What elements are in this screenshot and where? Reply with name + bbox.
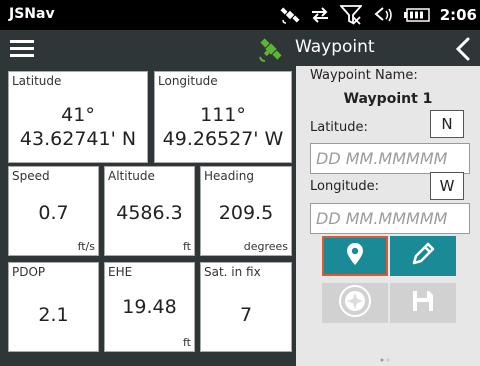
latitude-degrees: 41°: [61, 104, 95, 126]
sync-arrows-icon: [310, 6, 330, 24]
latitude-tile: Latitude 41° 43.62741' N: [8, 71, 148, 163]
ehe-label: EHE: [108, 265, 133, 279]
speed-value: 0.7: [38, 202, 69, 224]
sat-in-fix-value: 7: [239, 304, 253, 326]
toolbar: Waypoint: [0, 30, 480, 66]
longitude-tile: Longitude 111° 49.26527' W: [154, 71, 292, 163]
speed-tile: Speed 0.7 ft/s: [8, 166, 99, 256]
heading-label: Heading: [204, 169, 254, 183]
battery-icon: [403, 8, 430, 22]
chevron-left-icon[interactable]: [452, 35, 474, 63]
ehe-value: 19.48: [122, 296, 177, 318]
edit-waypoint-button[interactable]: [390, 236, 456, 276]
no-signal-icon: [339, 5, 362, 25]
app-title: JSNav: [9, 6, 55, 22]
latitude-hemisphere-button[interactable]: N: [430, 110, 464, 138]
longitude-degrees: 111°: [200, 104, 246, 126]
page-indicator: [380, 358, 390, 362]
longitude-input[interactable]: [310, 203, 470, 234]
waypoint-panel: Waypoint Name: Waypoint 1 Latitude: N Lo…: [296, 66, 480, 366]
longitude-label: Longitude: [158, 74, 218, 88]
speed-label: Speed: [12, 169, 50, 183]
waypoint-name-value: Waypoint 1: [343, 91, 433, 107]
gps-status-satellite-icon[interactable]: [256, 35, 286, 63]
altitude-tile: Altitude 4586.3 ft: [104, 166, 195, 256]
latitude-label: Latitude: [12, 74, 62, 88]
waypoint-name-label: Waypoint Name:: [310, 68, 418, 83]
floppy-save-icon: [411, 289, 435, 317]
altitude-unit: ft: [183, 240, 191, 253]
longitude-field-label: Longitude:: [310, 179, 380, 194]
location-pin-icon: [346, 242, 364, 270]
compass-icon: [338, 284, 372, 322]
heading-unit: degrees: [243, 240, 288, 253]
pdop-value: 2.1: [38, 304, 69, 326]
longitude-hemisphere-button[interactable]: W: [430, 172, 464, 200]
longitude-minutes: 49.26527' W: [162, 128, 284, 150]
pdop-label: PDOP: [12, 265, 46, 279]
sat-in-fix-label: Sat. in fix: [204, 265, 261, 279]
altitude-value: 4586.3: [116, 202, 183, 224]
ehe-tile: EHE 19.48 ft: [104, 262, 195, 352]
pencil-icon: [410, 241, 436, 271]
compass-button[interactable]: [322, 283, 388, 323]
speaker-icon: [372, 6, 394, 24]
latitude-field-label: Latitude:: [310, 120, 368, 135]
save-waypoint-button[interactable]: [390, 283, 456, 323]
altitude-label: Altitude: [108, 169, 155, 183]
satellite-icon: [280, 6, 300, 24]
page-title: Waypoint: [295, 37, 375, 57]
clock: 2:06: [439, 6, 477, 24]
latitude-minutes: 43.62741' N: [19, 128, 137, 150]
latitude-input[interactable]: [310, 143, 470, 174]
hamburger-menu-icon[interactable]: [10, 36, 38, 60]
ehe-unit: ft: [183, 336, 191, 349]
status-bar: JSNav 2:06: [0, 0, 480, 30]
sat-in-fix-tile: Sat. in fix 7: [200, 262, 292, 352]
gps-data-panel: Latitude 41° 43.62741' N Longitude 111° …: [0, 66, 296, 366]
speed-unit: ft/s: [77, 240, 95, 253]
status-icons: 2:06: [280, 0, 480, 30]
heading-value: 209.5: [218, 202, 274, 224]
pdop-tile: PDOP 2.1: [8, 262, 99, 352]
heading-tile: Heading 209.5 degrees: [200, 166, 292, 256]
mark-location-button[interactable]: [322, 236, 388, 276]
